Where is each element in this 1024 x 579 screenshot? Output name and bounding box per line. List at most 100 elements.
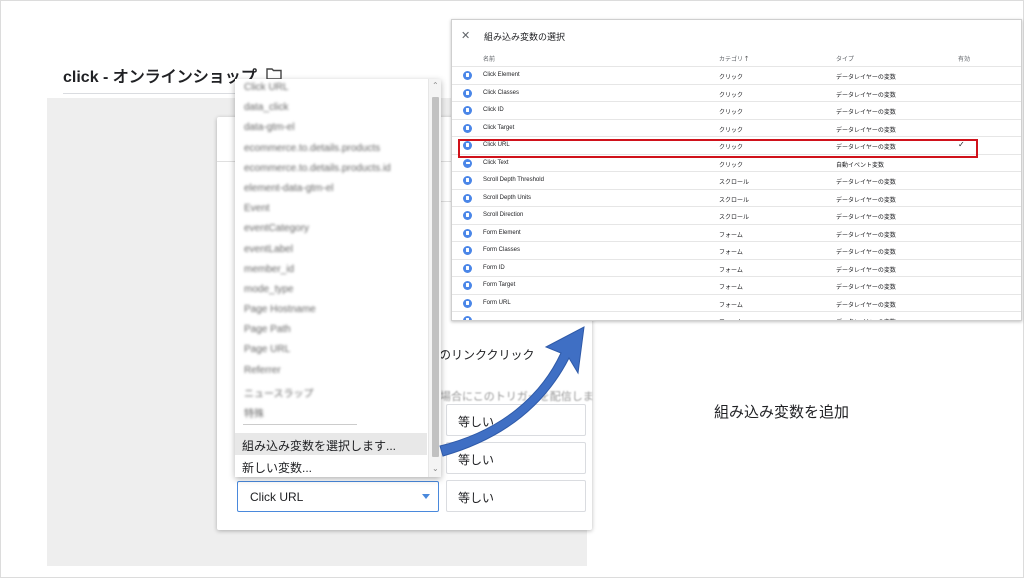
scroll-thumb[interactable] [432,97,439,457]
scroll-down-icon[interactable]: ⌄ [432,465,439,473]
variable-type: データレイヤーの変数 [836,302,896,309]
datalayer-icon [463,176,472,185]
builtin-variables-panel: ✕ 組み込み変数の選択 名前 カテゴリ 🡑 タイプ 有効 Click Eleme… [451,19,1022,321]
variable-row[interactable]: Scroll Depth Units スクロール データレイヤーの変数 [452,188,1021,207]
variable-category: フォーム [719,267,743,274]
datalayer-icon [463,71,472,80]
dropdown-item[interactable]: 特殊 [235,402,427,422]
variable-category: クリック [719,92,744,99]
datalayer-icon [463,246,472,255]
variable-category: スクロール [719,197,750,204]
variable-row[interactable]: Scroll Depth Threshold スクロール データレイヤーの変数 [452,171,1021,189]
variable-category: フォーム [719,317,743,320]
dropdown-item[interactable]: eventCategory [235,220,427,240]
column-header-enabled[interactable]: 有効 [958,54,970,63]
variable-name: Click ID [483,107,504,113]
operator-select[interactable]: 等しい [446,404,586,436]
column-header-type[interactable]: タイプ [836,54,854,63]
datalayer-icon [463,106,472,115]
variable-category: クリック [719,127,744,134]
caption-text: 組み込み変数を追加 [714,404,850,421]
dropdown-item[interactable]: Event [235,200,427,220]
panel-title: 組み込み変数の選択 [484,32,566,42]
caret-down-icon[interactable] [422,494,430,499]
variable-name: Form Element [483,229,521,236]
variable-name: Scroll Direction [483,212,524,218]
condition-caption: の場合にこのトリガーを配信しま [429,391,594,403]
operator-select[interactable]: 等しい [446,480,586,512]
click-url-highlight [458,139,978,158]
variable-name: Scroll Depth Units [483,194,532,201]
auto-event-icon [463,158,472,168]
datalayer-icon [463,298,472,308]
variable-name: Click Text [483,159,509,166]
select-builtin-variable-option[interactable]: 組み込み変数を選択します... [235,433,427,455]
dropdown-item[interactable]: data_click [235,99,427,119]
variable-category: クリック [719,162,744,169]
variables-table-body: Click Element クリック データレイヤーの変数 Click Classes… [452,66,1021,320]
variable-category: フォーム [719,302,743,309]
screenshot-stage: click - オンラインショップ のリンククリック の場合にこのトリガーを配信… [0,0,1024,578]
column-header-name[interactable]: 名前 [483,54,495,63]
variable-type: データレイヤーの変数 [836,285,896,291]
variable-name: Click Classes [483,89,520,96]
dropdown-item[interactable]: Click URL [235,79,427,99]
variable-category: クリック [719,110,744,116]
dropdown-items: Click URL data_click data-gtm-el ecommerce.… [235,79,427,422]
dropdown-item[interactable]: data-gtm-el [235,119,427,139]
title-divider [63,93,238,94]
dropdown-item[interactable]: element-data-gtm-el [235,180,427,200]
variable-type: 自動イベント変数 [836,162,885,169]
variable-category: スクロール [719,215,750,221]
dropdown-item[interactable]: ニュースラップ [235,382,427,402]
close-icon[interactable]: ✕ [461,29,470,42]
dropdown-item[interactable]: eventLabel [235,241,427,261]
dropdown-item[interactable]: Page Path [235,321,427,341]
sort-up-icon[interactable]: 🡑 [745,56,749,63]
variable-name: Form Target [483,282,516,288]
datalayer-icon [463,316,472,320]
variable-type: データレイヤーの変数 [836,180,896,186]
variable-category: スクロール [719,180,750,186]
dropdown-item[interactable]: Page Hostname [235,301,427,321]
dropdown-item[interactable]: Referrer [235,362,427,382]
operator-select[interactable]: 等しい [446,442,586,474]
variable-type: データレイヤーの変数 [836,110,896,116]
variable-row[interactable]: フォーム データレイヤーの変数 [452,311,1021,320]
datalayer-icon [463,193,472,203]
dropdown-scrollbar[interactable]: ⌃ ⌄ [428,79,441,477]
variable-type: データレイヤーの変数 [836,92,896,99]
variable-category: フォーム [719,250,743,256]
variable-name: Scroll Depth Threshold [483,177,544,183]
variable-type: データレイヤーの変数 [836,250,896,256]
variable-row[interactable]: Form Classes フォーム データレイヤーの変数 [452,241,1021,259]
variable-dropdown-list[interactable]: Click URL data_click data-gtm-el ecommerce.… [235,79,441,477]
scroll-up-icon[interactable]: ⌃ [432,82,439,90]
datalayer-icon [463,228,472,238]
variable-row[interactable]: Click Element クリック データレイヤーの変数 [452,66,1021,84]
table-header: 名前 カテゴリ 🡑 タイプ 有効 [452,50,1021,66]
dropdown-item[interactable]: ecommerce.to.details.products [235,140,427,160]
variable-row[interactable]: Form URL フォーム データレイヤーの変数 [452,293,1021,312]
variable-type: データレイヤーの変数 [836,317,896,320]
dropdown-item[interactable]: Page URL [235,341,427,361]
variable-row[interactable]: Form Element フォーム データレイヤーの変数 [452,223,1021,242]
datalayer-icon [463,123,472,133]
new-variable-option[interactable]: 新しい変数... [235,456,427,476]
variable-category: フォーム [719,232,743,239]
dropdown-item[interactable]: mode_type [235,281,427,301]
variable-row[interactable]: Form ID フォーム データレイヤーの変数 [452,258,1021,277]
column-header-category[interactable]: カテゴリ 🡑 [719,54,748,66]
dropdown-divider [243,424,357,425]
variable-row[interactable]: Click Classes クリック データレイヤーの変数 [452,83,1021,102]
dropdown-item[interactable]: member_id [235,261,427,281]
dropdown-item[interactable]: ecommerce.to.details.products.id [235,160,427,180]
variable-name: Click Element [483,72,520,78]
variable-row[interactable]: Form Target フォーム データレイヤーの変数 [452,276,1021,294]
variable-select[interactable]: Click URL [237,481,439,512]
page-title: click - オンラインショップ [63,69,257,86]
variable-type: データレイヤーの変数 [836,267,896,274]
variable-row[interactable]: Click ID クリック データレイヤーの変数 [452,101,1021,119]
variable-row[interactable]: Scroll Direction スクロール データレイヤーの変数 [452,206,1021,224]
variable-row[interactable]: Click Target クリック データレイヤーの変数 [452,118,1021,137]
